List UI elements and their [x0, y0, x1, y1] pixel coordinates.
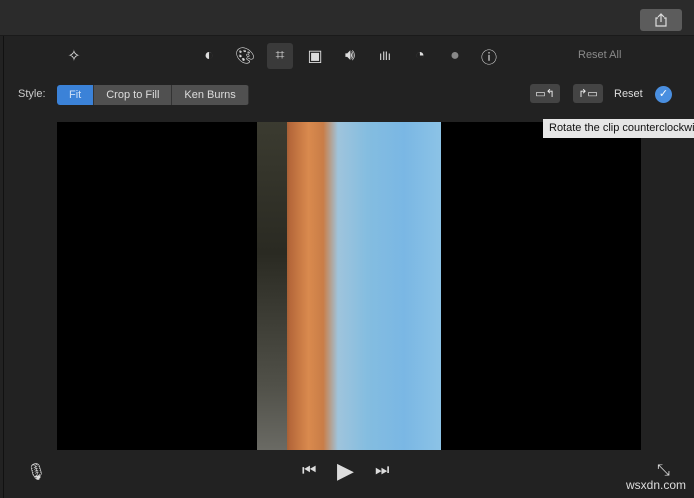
style-ken-burns-button[interactable]: Ken Burns — [172, 85, 249, 105]
share-button[interactable] — [640, 9, 682, 31]
filter-icon[interactable]: ● — [442, 43, 468, 69]
color-palette-icon[interactable]: 🎨︎ — [232, 43, 258, 69]
watermark: wsxdn.com — [626, 478, 687, 492]
video-viewer — [57, 122, 641, 450]
rotate-counterclockwise-button[interactable]: ▭↰ — [530, 84, 560, 103]
divider — [3, 36, 4, 498]
previous-button[interactable]: ⏮︎ — [302, 462, 316, 480]
video-frame — [257, 122, 441, 450]
volume-icon[interactable]: 🔊︎ — [337, 43, 363, 69]
style-segmented-control: Fit Crop to Fill Ken Burns — [57, 85, 249, 105]
next-button[interactable]: ⏭︎ — [375, 462, 389, 480]
tooltip: Rotate the clip counterclockwise — [543, 119, 694, 138]
info-icon[interactable]: ⓘ — [476, 43, 502, 69]
reset-button[interactable]: Reset — [614, 88, 643, 100]
equalizer-icon[interactable]: ıllı — [372, 43, 398, 69]
reset-all-button[interactable]: Reset All — [578, 49, 621, 61]
stabilization-icon[interactable]: ▣ — [302, 43, 328, 69]
style-fit-button[interactable]: Fit — [57, 85, 95, 105]
rotate-ccw-icon: ▭↰ — [535, 88, 555, 100]
magic-wand-icon[interactable]: ✧ — [61, 43, 87, 69]
top-bar — [0, 0, 694, 36]
rotate-cw-icon: ↱▭ — [578, 88, 598, 100]
color-balance-icon[interactable]: ◐ — [196, 43, 222, 69]
apply-checkmark-button[interactable]: ✓ — [655, 86, 672, 103]
crop-icon[interactable]: ⌗ — [267, 43, 293, 69]
rotate-clockwise-button[interactable]: ↱▭ — [573, 84, 603, 103]
microphone-icon[interactable]: 🎙︎ — [26, 462, 46, 482]
style-crop-to-fill-button[interactable]: Crop to Fill — [94, 85, 173, 105]
play-button[interactable]: ▶ — [337, 458, 354, 484]
share-icon — [655, 13, 667, 27]
speed-icon[interactable]: ◔ — [407, 43, 433, 69]
style-label: Style: — [18, 88, 46, 100]
